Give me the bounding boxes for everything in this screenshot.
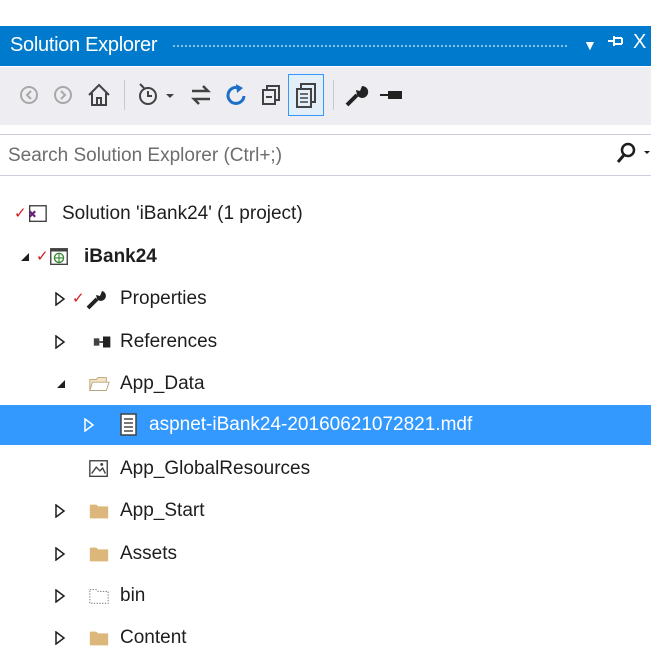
preview-button[interactable] xyxy=(376,75,406,115)
dashed-folder-icon xyxy=(88,585,110,607)
title-grip xyxy=(172,44,568,49)
collapse-all-button[interactable] xyxy=(256,75,286,115)
wrench-icon xyxy=(86,288,108,310)
references-icon xyxy=(92,331,114,353)
tree-item-project[interactable]: ✓ iBank24 xyxy=(0,238,651,276)
tree-item-solution[interactable]: ✓ Solution 'iBank24' (1 project) xyxy=(0,195,651,233)
panel-titlebar: Solution Explorer ▼ X xyxy=(0,26,651,66)
toolbar-separator xyxy=(124,80,125,110)
collapsed-arrow-icon[interactable] xyxy=(53,631,67,645)
back-icon xyxy=(20,86,38,104)
search-icon xyxy=(616,142,650,163)
pending-changes-icon xyxy=(139,83,174,105)
tree-item-label: Solution 'iBank24' (1 project) xyxy=(62,203,303,224)
properties-button[interactable] xyxy=(342,75,372,115)
pending-changes-button[interactable] xyxy=(134,75,182,115)
sync-button[interactable] xyxy=(186,75,216,115)
resources-icon xyxy=(88,458,110,480)
tree-item-label: bin xyxy=(120,585,146,606)
dropdown-button[interactable]: ▼ xyxy=(583,37,597,53)
show-all-files-button[interactable] xyxy=(288,74,324,116)
forward-button[interactable] xyxy=(48,75,78,115)
collapsed-arrow-icon[interactable] xyxy=(82,418,96,432)
tree-item-assets[interactable]: Assets xyxy=(0,535,651,573)
preview-icon xyxy=(380,91,402,99)
tree-item-bin[interactable]: bin xyxy=(0,577,651,615)
forward-icon xyxy=(54,86,72,104)
home-icon xyxy=(88,83,110,106)
folder-icon xyxy=(88,627,110,649)
show-all-files-icon xyxy=(296,83,316,108)
tree-item-label: iBank24 xyxy=(84,246,157,267)
checkmark-icon: ✓ xyxy=(36,248,49,265)
expanded-arrow-icon[interactable] xyxy=(54,377,68,391)
tree-item-references[interactable]: References xyxy=(0,323,651,361)
collapsed-arrow-icon[interactable] xyxy=(53,504,67,518)
sync-icon xyxy=(190,85,212,105)
collapsed-arrow-icon[interactable] xyxy=(53,335,67,349)
collapsed-arrow-icon[interactable] xyxy=(53,589,67,603)
tree-item-label: Properties xyxy=(120,288,207,309)
folder-icon xyxy=(88,543,110,565)
tree-item-label: aspnet-iBank24-20160621072821.mdf xyxy=(149,414,473,435)
tree-item-label: App_GlobalResources xyxy=(120,458,311,479)
properties-icon xyxy=(345,85,369,107)
tree-item-label: App_Start xyxy=(120,500,205,521)
pin-icon xyxy=(608,36,623,46)
web-project-icon xyxy=(48,246,70,268)
tree-item-app-globalresources[interactable]: App_GlobalResources xyxy=(0,450,651,488)
tree-item-label: References xyxy=(120,331,218,352)
search-input[interactable] xyxy=(6,142,600,170)
expanded-arrow-icon[interactable] xyxy=(18,250,32,264)
tree-item-app-start[interactable]: App_Start xyxy=(0,492,651,530)
back-button[interactable] xyxy=(14,75,44,115)
refresh-icon xyxy=(226,84,246,105)
folder-icon xyxy=(88,500,110,522)
panel-title: Solution Explorer xyxy=(10,34,158,56)
toolbar-separator xyxy=(333,80,334,110)
checkmark-icon: ✓ xyxy=(14,205,27,222)
checkmark-icon: ✓ xyxy=(72,290,85,307)
close-button[interactable]: X xyxy=(633,31,646,54)
collapsed-arrow-icon[interactable] xyxy=(53,547,67,561)
collapsed-arrow-icon[interactable] xyxy=(53,292,67,306)
collapse-all-icon xyxy=(262,85,280,105)
search-box xyxy=(0,134,651,176)
database-file-icon xyxy=(118,413,140,436)
tree-item-label: App_Data xyxy=(120,373,205,394)
tree-item-app-data[interactable]: App_Data xyxy=(0,365,651,403)
tree-item-mdf-file[interactable]: aspnet-iBank24-20160621072821.mdf xyxy=(0,405,651,445)
tree-item-label: Content xyxy=(120,627,187,648)
tree-item-properties[interactable]: ✓ Properties xyxy=(0,280,651,318)
toolbar xyxy=(0,67,651,125)
home-button[interactable] xyxy=(82,75,116,115)
tree-item-label: Assets xyxy=(120,543,178,564)
solution-icon xyxy=(26,203,48,225)
search-button[interactable] xyxy=(614,139,651,174)
tree-item-content[interactable]: Content xyxy=(0,619,651,657)
pin-button[interactable] xyxy=(606,31,626,57)
open-folder-icon xyxy=(88,373,110,395)
refresh-button[interactable] xyxy=(222,75,252,115)
